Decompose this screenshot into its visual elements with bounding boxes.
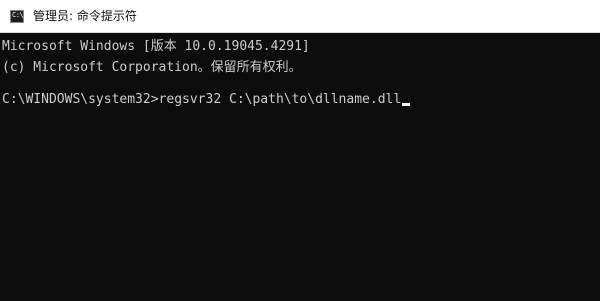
console-command-input[interactable]: regsvr32 C:\path\to\dllname.dll: [159, 92, 402, 107]
text-cursor: [402, 103, 411, 106]
console-line-copyright: (c) Microsoft Corporation。保留所有权利。: [2, 60, 302, 75]
cmd-icon-glyph: C:\: [12, 11, 24, 19]
console-prompt: C:\WINDOWS\system32>: [2, 92, 159, 107]
console-command-line[interactable]: C:\WINDOWS\system32>regsvr32 C:\path\to\…: [2, 89, 411, 110]
command-prompt-window: C:\ 管理员: 命令提示符 Microsoft Windows [版本 10.…: [0, 0, 600, 301]
window-title: 管理员: 命令提示符: [33, 9, 137, 23]
console-output-area[interactable]: Microsoft Windows [版本 10.0.19045.4291] (…: [0, 33, 600, 301]
title-bar[interactable]: C:\ 管理员: 命令提示符: [0, 0, 600, 33]
cmd-console-icon[interactable]: C:\: [10, 10, 24, 23]
console-line-version: Microsoft Windows [版本 10.0.19045.4291]: [2, 39, 310, 54]
